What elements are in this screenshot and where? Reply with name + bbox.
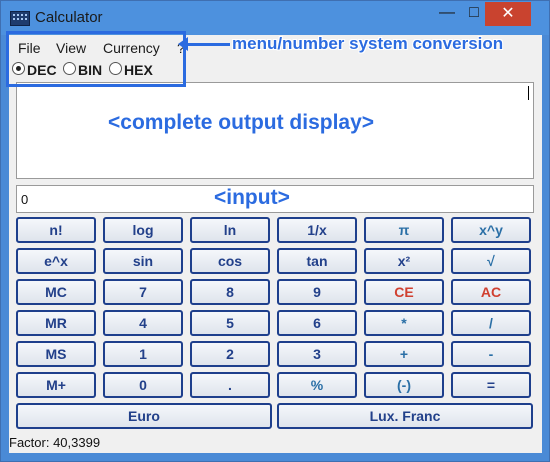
- key-decimal[interactable]: .: [190, 372, 270, 398]
- key-0[interactable]: 0: [103, 372, 183, 398]
- key-sqrt[interactable]: √: [451, 248, 531, 274]
- key-equals[interactable]: =: [451, 372, 531, 398]
- key-multiply[interactable]: *: [364, 310, 444, 336]
- key-ln[interactable]: ln: [190, 217, 270, 243]
- key-factorial[interactable]: n!: [16, 217, 96, 243]
- key-add[interactable]: +: [364, 341, 444, 367]
- key-reciprocal[interactable]: 1/x: [277, 217, 357, 243]
- maximize-button[interactable]: □: [461, 1, 487, 27]
- key-percent[interactable]: %: [277, 372, 357, 398]
- key-log[interactable]: log: [103, 217, 183, 243]
- key-ac[interactable]: AC: [451, 279, 531, 305]
- key-subtract[interactable]: -: [451, 341, 531, 367]
- key-mr[interactable]: MR: [16, 310, 96, 336]
- euro-button[interactable]: Euro: [16, 403, 272, 429]
- annotation-output-label: <complete output display>: [108, 111, 375, 134]
- key-exp[interactable]: e^x: [16, 248, 96, 274]
- window-title: Calculator: [35, 9, 103, 26]
- key-2[interactable]: 2: [190, 341, 270, 367]
- key-ce[interactable]: CE: [364, 279, 444, 305]
- annotation-menu-label: menu/number system conversion: [232, 34, 504, 53]
- calculator-icon: [10, 11, 30, 26]
- annotation-arrow-icon: [178, 37, 230, 51]
- key-9[interactable]: 9: [277, 279, 357, 305]
- key-ms[interactable]: MS: [16, 341, 96, 367]
- key-sin[interactable]: sin: [103, 248, 183, 274]
- key-cos[interactable]: cos: [190, 248, 270, 274]
- text-caret: [528, 86, 529, 100]
- key-6[interactable]: 6: [277, 310, 357, 336]
- annotation-box: [6, 31, 186, 87]
- key-tan[interactable]: tan: [277, 248, 357, 274]
- key-7[interactable]: 7: [103, 279, 183, 305]
- key-1[interactable]: 1: [103, 341, 183, 367]
- key-m-plus[interactable]: M+: [16, 372, 96, 398]
- key-mc[interactable]: MC: [16, 279, 96, 305]
- key-5[interactable]: 5: [190, 310, 270, 336]
- key-3[interactable]: 3: [277, 341, 357, 367]
- key-square[interactable]: x²: [364, 248, 444, 274]
- annotation-input-label: <input>: [214, 186, 290, 209]
- key-divide[interactable]: /: [451, 310, 531, 336]
- key-4[interactable]: 4: [103, 310, 183, 336]
- calculator-body: File View Currency ? DEC BIN HEX 0: [9, 35, 542, 453]
- title-bar[interactable]: Calculator — □ ✕: [1, 1, 549, 35]
- lux-franc-button[interactable]: Lux. Franc: [277, 403, 533, 429]
- minimize-button[interactable]: —: [432, 1, 462, 27]
- key-negate[interactable]: (-): [364, 372, 444, 398]
- key-pi[interactable]: π: [364, 217, 444, 243]
- close-button[interactable]: ✕: [485, 2, 531, 26]
- key-power[interactable]: x^y: [451, 217, 531, 243]
- status-bar: Factor: 40,3399: [9, 435, 101, 450]
- key-8[interactable]: 8: [190, 279, 270, 305]
